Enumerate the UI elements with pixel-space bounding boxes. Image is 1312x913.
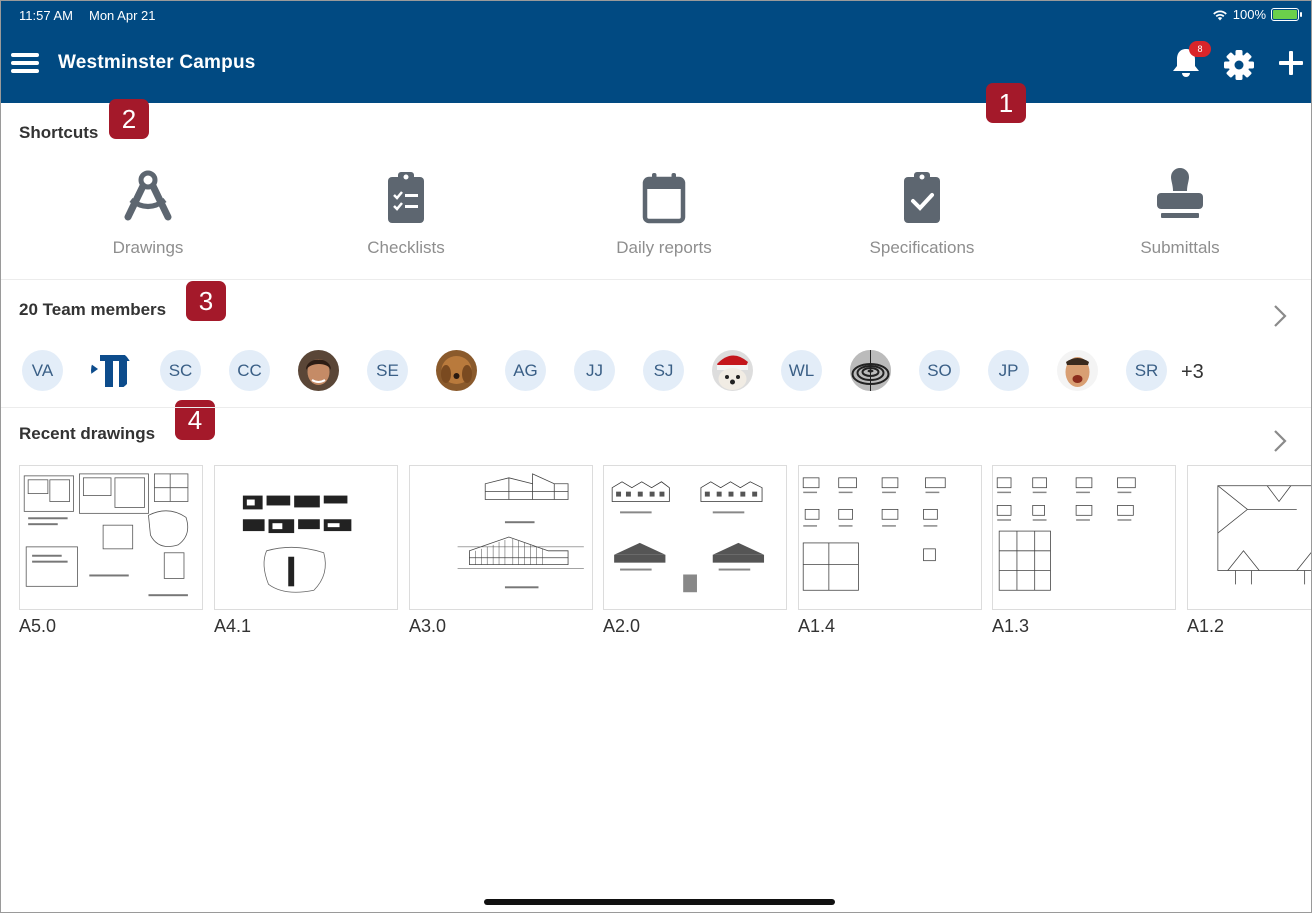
team-member-avatar[interactable]: SJ [643, 350, 684, 391]
menu-icon[interactable] [11, 50, 41, 76]
shortcut-drawings[interactable]: Drawings [48, 167, 248, 267]
team-member-avatar[interactable]: SE [367, 350, 408, 391]
company-logo-icon [91, 355, 130, 387]
shortcut-daily-reports[interactable]: Daily reports [564, 167, 764, 267]
team-member-avatar[interactable]: SR [1126, 350, 1167, 391]
person-photo-icon [306, 359, 331, 385]
shortcut-label: Submittals [1140, 238, 1220, 257]
drawing-label: A3.0 [409, 616, 447, 636]
shortcut-label: Specifications [869, 238, 975, 257]
shortcut-specifications[interactable]: Specifications [822, 167, 1022, 267]
elevation-sheet-image [611, 481, 765, 593]
section-divider [1, 279, 1311, 280]
stamp-icon [1157, 168, 1203, 218]
drawing-label: A5.0 [19, 616, 57, 636]
team-title: 20 Team members [19, 300, 167, 319]
status-indicators: 100% [1212, 7, 1302, 22]
clipboard-list-icon [388, 172, 424, 223]
drawing-label: A2.0 [603, 616, 641, 636]
team-member-avatar[interactable]: JJ [574, 350, 615, 391]
team-member-photo-avatar[interactable] [1057, 350, 1098, 391]
roof-plan-sheet-image [1217, 485, 1311, 585]
shortcut-label: Drawings [112, 238, 184, 257]
drawing-thumbnail[interactable] [214, 465, 398, 610]
team-member-avatar[interactable]: VA [22, 350, 63, 391]
drawing-label: A1.2 [1187, 616, 1225, 636]
clipboard-check-icon [904, 172, 940, 223]
battery-icon [1271, 8, 1302, 21]
detail-sheet-image [242, 495, 352, 593]
home-indicator[interactable] [484, 899, 835, 905]
shortcut-label: Daily reports [616, 238, 712, 257]
calendar-icon [642, 173, 686, 224]
plus-icon[interactable] [1276, 48, 1306, 78]
person-photo-icon [1065, 357, 1090, 387]
drawing-thumbnail[interactable] [1187, 465, 1311, 610]
section-sheet-image [457, 473, 584, 589]
team-member-avatar[interactable]: SC [160, 350, 201, 391]
notification-badge: 8 [1189, 41, 1211, 57]
team-member-avatar[interactable]: AG [505, 350, 546, 391]
callout-2: 2 [109, 99, 149, 139]
callout-4: 4 [175, 400, 215, 440]
plan-details-sheet-image [996, 477, 1136, 591]
drafting-compass-icon [124, 170, 172, 221]
shortcut-label: Checklists [367, 238, 445, 257]
santa-dog-photo-icon [717, 355, 748, 390]
team-member-photo-avatar[interactable] [436, 350, 477, 391]
team-member-photo-avatar[interactable] [850, 350, 891, 391]
drawing-thumbnail[interactable] [798, 465, 982, 610]
team-member-photo-avatar[interactable] [298, 350, 339, 391]
drawing-label: A1.3 [992, 616, 1030, 636]
callout-3: 3 [186, 281, 226, 321]
wifi-icon [1212, 10, 1227, 20]
app-window: 11:57 AM Mon Apr 21 100% Westminster Cam… [0, 0, 1312, 913]
drawing-label: A1.4 [798, 616, 836, 636]
project-title: Westminster Campus [58, 52, 256, 73]
gear-icon[interactable] [1222, 48, 1256, 82]
spiral-photo-icon [850, 350, 891, 391]
shortcut-submittals[interactable]: Submittals [1080, 167, 1280, 267]
drawing-label: A4.1 [214, 616, 252, 636]
drawing-thumbnail[interactable] [603, 465, 787, 610]
team-member-avatar[interactable]: CC [229, 350, 270, 391]
section-divider [1, 407, 1311, 408]
plan-details-sheet-image [802, 477, 946, 591]
shortcuts-title: Shortcuts [19, 123, 99, 142]
team-member-logo-avatar[interactable] [91, 350, 132, 391]
shortcut-checklists[interactable]: Checklists [306, 167, 506, 267]
callout-1: 1 [986, 83, 1026, 123]
drawing-thumbnail[interactable] [992, 465, 1176, 610]
status-date: Mon Apr 21 [89, 8, 156, 23]
team-member-photo-avatar[interactable] [712, 350, 753, 391]
floor-plan-sheet-image [23, 473, 189, 597]
app-header: 11:57 AM Mon Apr 21 100% Westminster Cam… [1, 1, 1311, 103]
team-more-count[interactable]: +3 [1181, 361, 1204, 384]
team-member-avatar[interactable]: JP [988, 350, 1029, 391]
drawings-chevron-right-icon[interactable] [1269, 428, 1291, 454]
drawing-thumbnail[interactable] [409, 465, 593, 610]
team-member-avatar[interactable]: WL [781, 350, 822, 391]
battery-percent: 100% [1232, 7, 1266, 22]
team-member-avatar[interactable]: SO [919, 350, 960, 391]
dog-photo-icon [441, 356, 472, 384]
team-chevron-right-icon[interactable] [1269, 303, 1291, 329]
drawing-thumbnail[interactable] [19, 465, 203, 610]
status-time: 11:57 AM [19, 8, 73, 23]
recent-drawings-title: Recent drawings [19, 424, 156, 443]
